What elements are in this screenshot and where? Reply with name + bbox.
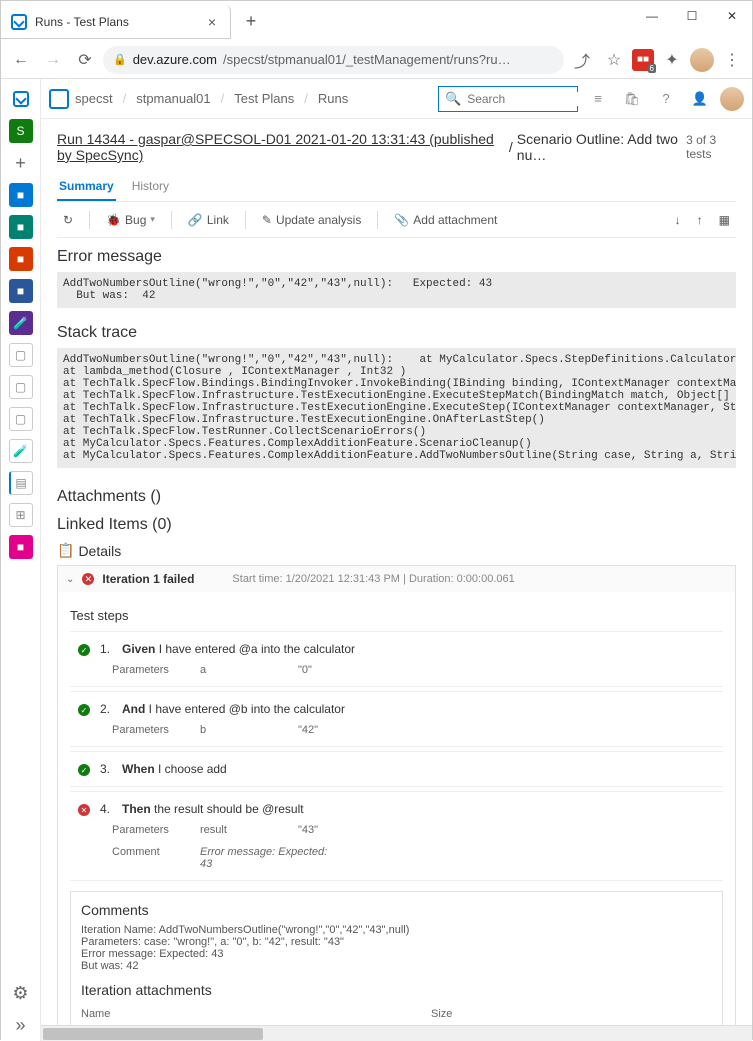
- collapse-icon[interactable]: »: [9, 1013, 33, 1037]
- maximize-button[interactable]: ☐: [672, 1, 712, 31]
- refresh-button[interactable]: ↻: [57, 209, 79, 231]
- close-window-button[interactable]: ✕: [712, 1, 752, 31]
- copy-icon: 📋: [57, 542, 74, 559]
- breadcrumb-org[interactable]: specst: [75, 91, 113, 106]
- nav-item-pink[interactable]: ■: [9, 535, 33, 559]
- help-icon[interactable]: ?: [652, 85, 680, 113]
- nav-item-pipelines[interactable]: ■: [9, 247, 33, 271]
- test-steps-label: Test steps: [70, 608, 723, 623]
- update-analysis-button[interactable]: ✎ Update analysis: [256, 209, 367, 231]
- link-button[interactable]: 🔗 Link: [182, 209, 235, 231]
- marketplace-icon[interactable]: 🛍: [618, 85, 646, 113]
- address-bar: ← → ⟳ 🔒 dev.azure.com /specst/stpmanual0…: [1, 41, 752, 79]
- list-icon[interactable]: ≡: [584, 85, 612, 113]
- nav-item-artifacts[interactable]: 🧪: [9, 311, 33, 335]
- main-content: Run 14344 - gaspar@SPECSOL-D01 2021-01-2…: [41, 119, 752, 1025]
- menu-icon[interactable]: ⋮: [718, 46, 746, 74]
- back-button[interactable]: ←: [7, 46, 35, 74]
- nav-item-overview[interactable]: S: [9, 119, 33, 143]
- result-toolbar: ↻ 🐞 Bug ▾ 🔗 Link ✎ Update analysis 📎 Add…: [57, 202, 736, 238]
- nav-item-gray2[interactable]: ▢: [9, 375, 33, 399]
- up-arrow-icon[interactable]: ↑: [691, 209, 709, 231]
- error-message: AddTwoNumbersOutline("wrong!","0","42","…: [57, 272, 736, 308]
- grid-icon[interactable]: ▦: [713, 209, 736, 231]
- close-tab-icon[interactable]: ×: [204, 14, 220, 30]
- fail-icon: ✕: [78, 804, 90, 816]
- scenario-name: Scenario Outline: Add two nu…: [517, 131, 682, 163]
- nav-item-gray3[interactable]: ▢: [9, 407, 33, 431]
- attachments-title: Attachments (): [57, 488, 736, 506]
- nav-item-gray4[interactable]: 🧪: [9, 439, 33, 463]
- scroll-thumb[interactable]: [43, 1028, 263, 1040]
- pass-icon: ✓: [78, 764, 90, 776]
- azure-devops-icon: [11, 14, 27, 30]
- new-tab-button[interactable]: +: [237, 7, 265, 35]
- nav-item-gray1[interactable]: ▢: [9, 343, 33, 367]
- extensions-icon[interactable]: ✦: [658, 46, 686, 74]
- linked-items-title: Linked Items (0): [57, 516, 736, 534]
- add-attachment-button[interactable]: 📎 Add attachment: [388, 209, 503, 231]
- forward-button: →: [39, 46, 67, 74]
- nav-item-repos[interactable]: ■: [9, 215, 33, 239]
- step-4: ✕ 4. Then the result should be @result P…: [70, 791, 723, 881]
- chevron-down-icon: ⌄: [66, 574, 74, 585]
- azure-devops-icon[interactable]: [49, 89, 69, 109]
- run-link[interactable]: Run 14344 - gaspar@SPECSOL-D01 2021-01-2…: [57, 131, 505, 163]
- tab-title: Runs - Test Plans: [35, 15, 204, 29]
- nav-item-boards[interactable]: ■: [9, 183, 33, 207]
- step-1: ✓ 1. Given I have entered @a into the ca…: [70, 631, 723, 687]
- test-counter: 3 of 3 tests: [686, 133, 736, 161]
- horizontal-scrollbar[interactable]: [41, 1025, 752, 1041]
- down-arrow-icon[interactable]: ↓: [669, 209, 687, 231]
- pass-icon: ✓: [78, 704, 90, 716]
- browser-avatar[interactable]: [690, 48, 714, 72]
- stack-trace: AddTwoNumbersOutline("wrong!","0","42","…: [57, 348, 736, 468]
- fail-icon: ✕: [82, 573, 94, 585]
- nav-item-runs-active[interactable]: ▤: [9, 471, 33, 495]
- settings-icon[interactable]: ⚙: [9, 981, 33, 1005]
- error-title: Error message: [57, 248, 736, 266]
- url-path: /specst/stpmanual01/_testManagement/runs…: [223, 52, 511, 67]
- lock-icon: 🔒: [113, 53, 127, 66]
- step-2: ✓ 2. And I have entered @b into the calc…: [70, 691, 723, 747]
- extension-badge[interactable]: ■■: [632, 49, 654, 71]
- iteration-1: ⌄ ✕ Iteration 1 failed Start time: 1/20/…: [57, 565, 736, 1025]
- top-bar: specst / stpmanual01 / Test Plans / Runs…: [41, 79, 752, 119]
- breadcrumb-project[interactable]: stpmanual01: [136, 91, 210, 106]
- reload-button[interactable]: ⟳: [71, 46, 99, 74]
- run-title-line: Run 14344 - gaspar@SPECSOL-D01 2021-01-2…: [57, 119, 736, 169]
- stack-title: Stack trace: [57, 324, 736, 342]
- browser-tab[interactable]: Runs - Test Plans ×: [1, 5, 231, 39]
- star-icon[interactable]: ☆: [600, 46, 628, 74]
- search-icon: 🔍: [445, 91, 461, 107]
- tab-history[interactable]: History: [130, 173, 171, 201]
- breadcrumb-area[interactable]: Test Plans: [234, 91, 294, 106]
- user-settings-icon[interactable]: 👤: [686, 85, 714, 113]
- minimize-button[interactable]: —: [632, 1, 672, 31]
- azure-logo-icon[interactable]: [9, 87, 33, 111]
- share-icon[interactable]: ⤴: [568, 46, 596, 74]
- nav-item-gray6[interactable]: ⊞: [9, 503, 33, 527]
- nav-add-button[interactable]: +: [9, 151, 33, 175]
- tab-summary[interactable]: Summary: [57, 173, 116, 201]
- pass-icon: ✓: [78, 644, 90, 656]
- url-host: dev.azure.com: [133, 52, 217, 67]
- nav-item-testplans[interactable]: ■: [9, 279, 33, 303]
- iteration-1-header[interactable]: ⌄ ✕ Iteration 1 failed Start time: 1/20/…: [58, 566, 735, 592]
- user-avatar[interactable]: [720, 87, 744, 111]
- breadcrumb-page[interactable]: Runs: [318, 91, 348, 106]
- details-header[interactable]: 📋 Details: [57, 542, 736, 559]
- bug-dropdown[interactable]: 🐞 Bug ▾: [100, 209, 161, 231]
- project-sidebar: S + ■ ■ ■ ■ 🧪 ▢ ▢ ▢ 🧪 ▤ ⊞ ■ ⚙ »: [1, 79, 41, 1041]
- url-box[interactable]: 🔒 dev.azure.com /specst/stpmanual01/_tes…: [103, 46, 564, 74]
- step-3: ✓ 3. When I choose add: [70, 751, 723, 787]
- browser-titlebar: Runs - Test Plans × + — ☐ ✕: [1, 1, 752, 41]
- search-box[interactable]: 🔍: [438, 86, 578, 112]
- result-tabs: Summary History: [57, 173, 736, 202]
- iteration-comments: Comments Iteration Name: AddTwoNumbersOu…: [70, 891, 723, 1025]
